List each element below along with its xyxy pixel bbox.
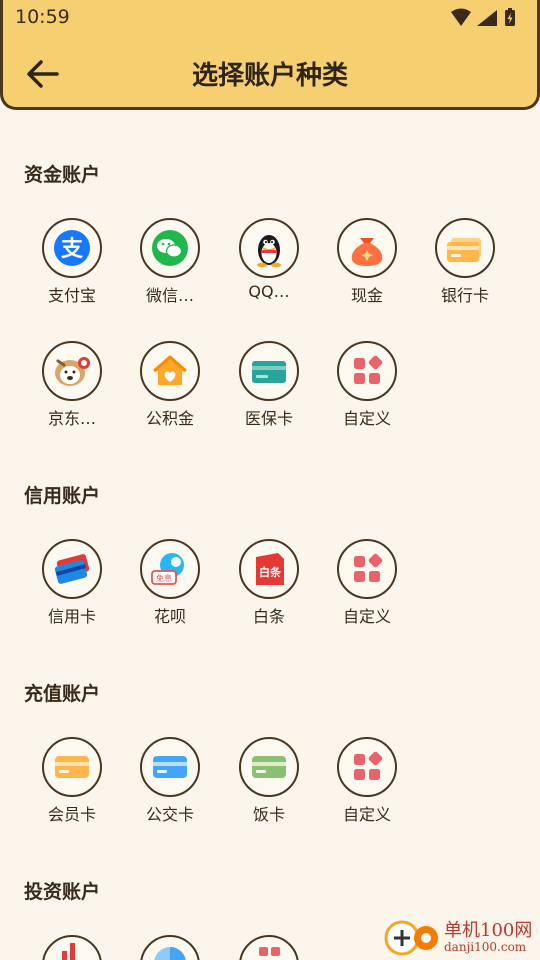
icon-circle (140, 737, 200, 797)
section-title-funds: 资金账户 (24, 164, 101, 186)
section-title-prepaid: 充值账户 (24, 683, 101, 705)
icon-circle (140, 218, 200, 278)
account-type-custom-funds[interactable]: 自定义 (321, 341, 411, 451)
svg-text:免息: 免息 (156, 573, 172, 583)
account-type-credit-card[interactable]: 信用卡 (26, 539, 116, 649)
alipay-icon: 支 (54, 230, 90, 266)
signal-icon (477, 10, 497, 26)
wechat-icon (152, 230, 188, 266)
account-type-bank-card[interactable]: 银行卡 (419, 218, 509, 328)
status-icons (451, 8, 515, 26)
icon-circle (337, 737, 397, 797)
site-watermark: 单机100网 danji100.com (380, 912, 540, 960)
account-type-housing-fund[interactable]: 公积金 (124, 341, 214, 451)
account-type-funds-invest[interactable] (124, 935, 214, 960)
account-type-label: 银行卡 (440, 286, 489, 305)
icon-circle (42, 341, 102, 401)
account-type-label: 自定义 (342, 607, 391, 626)
status-bar: 10:59 (15, 6, 525, 32)
custom-grid-icon (354, 751, 383, 780)
icon-circle (42, 539, 102, 599)
app-header: 10:59 选择账户种类 (0, 0, 540, 110)
account-type-label: 会员卡 (47, 805, 96, 824)
account-type-alipay[interactable]: 支 支付宝 (26, 218, 116, 328)
house-fund-icon (153, 355, 187, 385)
account-type-label: 公积金 (145, 409, 194, 428)
custom-grid-icon (354, 553, 383, 582)
account-type-label: 医保卡 (244, 409, 293, 428)
account-type-label: 白条 (252, 607, 285, 626)
huabei-icon: 免息 (151, 553, 184, 585)
investment-icon (259, 947, 280, 956)
watermark-logo-icon (384, 920, 438, 956)
icon-circle: 白条 (239, 539, 299, 599)
account-type-label: 公交卡 (145, 805, 194, 824)
account-type-label: 信用卡 (47, 607, 96, 626)
account-type-cash[interactable]: 现金 (321, 218, 411, 328)
status-time: 10:59 (15, 6, 70, 28)
icon-circle: 支 (42, 218, 102, 278)
meal-card-icon (252, 756, 286, 778)
account-type-label: 微信… (145, 286, 194, 305)
account-type-medical-card[interactable]: 医保卡 (223, 341, 313, 451)
icon-circle (42, 737, 102, 797)
account-type-label: 自定义 (342, 409, 391, 428)
icon-circle (140, 935, 200, 960)
custom-grid-icon (354, 355, 383, 384)
bus-card-icon (153, 756, 187, 778)
battery-icon (505, 8, 515, 26)
member-card-icon (55, 756, 89, 778)
wifi-icon (451, 8, 471, 26)
account-type-baitiao[interactable]: 白条 白条 (223, 539, 313, 649)
icon-circle (239, 341, 299, 401)
baitiao-icon: 白条 (256, 553, 284, 585)
page-title: 选择账户种类 (191, 61, 348, 91)
icon-circle (42, 935, 102, 960)
account-type-wechat[interactable]: 微信… (124, 218, 214, 328)
credit-card-icon (54, 554, 90, 584)
account-type-label: 花呗 (153, 607, 186, 626)
account-type-investment[interactable] (223, 935, 313, 960)
account-type-bus-card[interactable]: 公交卡 (124, 737, 214, 847)
account-type-custom-prepaid[interactable]: 自定义 (321, 737, 411, 847)
svg-text:白条: 白条 (259, 565, 282, 579)
account-type-meal-card[interactable]: 饭卡 (223, 737, 313, 847)
icon-circle (239, 218, 299, 278)
account-type-label: 京东… (47, 409, 96, 428)
section-title-investment: 投资账户 (24, 881, 101, 903)
account-type-label: 自定义 (342, 805, 391, 824)
bank-card-icon (447, 238, 481, 262)
icon-circle (239, 737, 299, 797)
account-type-label: 支付宝 (47, 286, 96, 305)
qq-icon (257, 235, 281, 268)
account-type-jd[interactable]: 京东… (26, 341, 116, 451)
account-type-huabei[interactable]: 免息 花呗 (124, 539, 214, 649)
section-title-credit: 信用账户 (24, 485, 101, 507)
icon-circle (337, 341, 397, 401)
account-type-label: QQ… (248, 282, 290, 301)
icon-circle (239, 935, 299, 960)
fund-pie-icon (154, 947, 186, 960)
icon-circle (337, 218, 397, 278)
cash-bag-icon (351, 238, 383, 266)
stock-chart-icon (62, 943, 75, 960)
account-type-qq[interactable]: QQ… (223, 218, 313, 328)
account-type-label: 现金 (350, 286, 383, 305)
jd-icon (55, 357, 90, 386)
watermark-title: 单机100网 (444, 920, 533, 941)
icon-circle (435, 218, 495, 278)
account-type-label: 饭卡 (252, 805, 285, 824)
icon-circle (140, 341, 200, 401)
medical-card-icon (252, 361, 286, 383)
account-type-member-card[interactable]: 会员卡 (26, 737, 116, 847)
watermark-url: danji100.com (444, 940, 527, 954)
icon-circle: 免息 (140, 539, 200, 599)
account-type-stocks[interactable] (26, 935, 116, 960)
account-type-custom-credit[interactable]: 自定义 (321, 539, 411, 649)
icon-circle (337, 539, 397, 599)
svg-text:支: 支 (61, 237, 84, 262)
